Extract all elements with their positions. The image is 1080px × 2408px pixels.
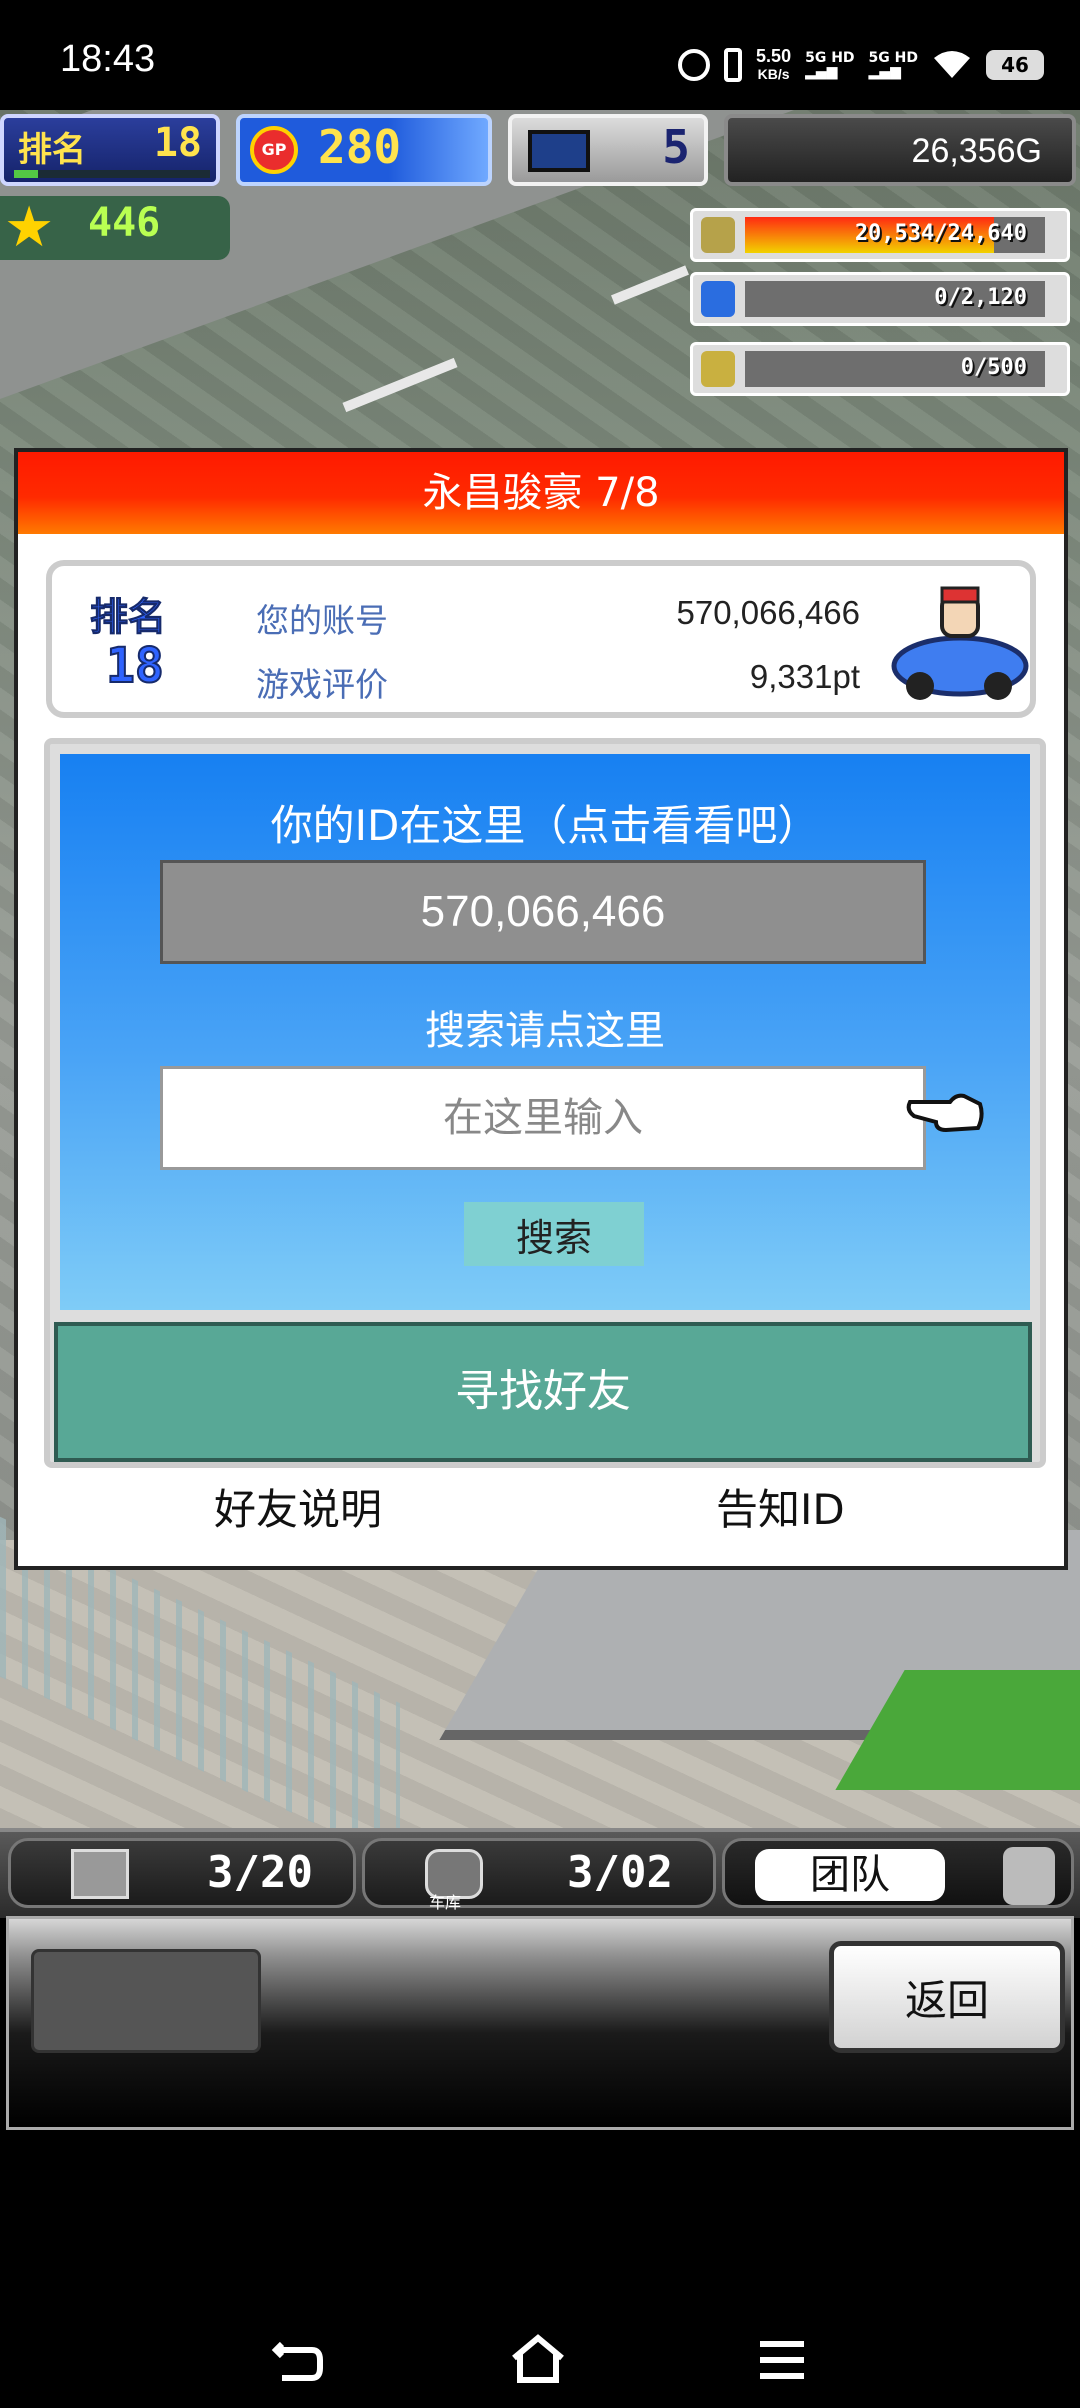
road-marking bbox=[342, 357, 458, 413]
rank-value: 18 bbox=[153, 120, 202, 166]
nav-menu-icon[interactable] bbox=[752, 2330, 812, 2390]
my-id-field[interactable]: 570,066,466 bbox=[160, 860, 926, 964]
network-speed-unit: KB/s bbox=[757, 66, 790, 82]
account-value: 570,066,466 bbox=[676, 594, 860, 631]
bottom-panel: 返回 bbox=[6, 1916, 1074, 2130]
money-value: 26,356G bbox=[911, 132, 1042, 170]
garage-count: 3/02 bbox=[567, 1847, 673, 1898]
car-avatar-icon bbox=[891, 586, 1029, 700]
computer-icon bbox=[528, 130, 590, 172]
find-friends-button[interactable]: 寻找好友 bbox=[54, 1322, 1032, 1462]
search-button[interactable]: 搜索 bbox=[464, 1202, 644, 1266]
search-prompt: 搜索请点这里 bbox=[425, 1008, 665, 1054]
rank-hud[interactable]: 排名 18 bbox=[0, 114, 220, 186]
tell-id-button[interactable]: 告知ID bbox=[716, 1476, 845, 1537]
search-area: 你的ID在这里（点击看看吧） 570,066,466 搜索请点这里 搜索 bbox=[60, 754, 1030, 1310]
dialog-title: 永昌骏豪 7/8 bbox=[18, 452, 1064, 534]
id-prompt: 你的ID在这里（点击看看吧） bbox=[270, 801, 820, 850]
friend-dialog: 永昌骏豪 7/8 排名 18 您的账号 570,066,466 游戏评价 9,3… bbox=[14, 448, 1068, 1570]
network-speed-value: 5.50 bbox=[756, 46, 792, 66]
vibrate-icon bbox=[724, 48, 743, 82]
back-button[interactable]: 返回 bbox=[829, 1941, 1065, 2053]
status-time: 18:43 bbox=[60, 38, 156, 80]
resource-bar-bottle[interactable]: 0/2,120 bbox=[690, 272, 1070, 326]
tab-garage[interactable]: 车库 3/02 bbox=[362, 1838, 716, 1912]
bottle-icon bbox=[701, 281, 735, 317]
rank-progress-bar bbox=[14, 170, 210, 178]
panel-slot[interactable] bbox=[31, 1949, 261, 2053]
network-speed: 5.50 KB/s bbox=[756, 47, 791, 83]
tab-storage[interactable]: 3/20 bbox=[8, 1838, 356, 1908]
resource-text: 0/500 bbox=[960, 355, 1027, 380]
status-bar: 18:43 5.50 KB/s 5G HD ▂▄▆ 5G HD ▂▄▆ 46 bbox=[0, 0, 1080, 110]
gp-hud[interactable]: GP 280 bbox=[236, 114, 492, 186]
resource-text: 20,534/24,640 bbox=[854, 221, 1027, 246]
pointing-hand-icon bbox=[906, 1093, 984, 1133]
nav-home-icon[interactable] bbox=[508, 2330, 568, 2390]
signal-2-icon: 5G HD ▂▄▆ bbox=[868, 50, 918, 80]
tab-team[interactable]: 团队 bbox=[722, 1838, 1074, 1908]
search-input[interactable] bbox=[160, 1066, 926, 1170]
rating-value: 9,331pt bbox=[749, 658, 860, 695]
wheat-icon bbox=[701, 351, 735, 387]
profile-rank-value: 18 bbox=[105, 637, 165, 695]
star-icon: ★ bbox=[4, 195, 55, 260]
signal-1-icon: 5G HD ▂▄▆ bbox=[805, 50, 855, 80]
status-icons: 5.50 KB/s 5G HD ▂▄▆ 5G HD ▂▄▆ 46 bbox=[678, 40, 1044, 90]
rating-label: 游戏评价 bbox=[256, 665, 388, 704]
friend-help-button[interactable]: 好友说明 bbox=[214, 1476, 382, 1537]
road-marking bbox=[611, 265, 689, 305]
battery-icon: 46 bbox=[986, 50, 1044, 80]
coin-stack-icon bbox=[701, 217, 735, 253]
gp-coin-icon: GP bbox=[250, 126, 298, 174]
computer-value: 5 bbox=[662, 120, 690, 174]
signal-2-label: 5G HD bbox=[868, 50, 918, 66]
bottom-tab-bar: 3/20 车库 3/02 团队 bbox=[0, 1828, 1080, 1918]
search-panel: 你的ID在这里（点击看看吧） 570,066,466 搜索请点这里 搜索 寻找好… bbox=[44, 738, 1046, 1468]
resource-bar-coins[interactable]: 20,534/24,640 bbox=[690, 208, 1070, 262]
profile-card: 排名 18 您的账号 570,066,466 游戏评价 9,331pt bbox=[46, 560, 1036, 718]
profile-rank-label: 排名 bbox=[89, 595, 167, 640]
team-label: 团队 bbox=[755, 1849, 945, 1901]
storage-count: 3/20 bbox=[207, 1847, 313, 1898]
crate-icon bbox=[71, 1849, 129, 1899]
computer-hud[interactable]: 5 bbox=[508, 114, 708, 186]
resource-bar-wheat[interactable]: 0/500 bbox=[690, 342, 1070, 396]
team-avatar-icon bbox=[1003, 1847, 1055, 1905]
stars-value: 446 bbox=[88, 200, 161, 246]
signal-1-label: 5G HD bbox=[805, 50, 855, 66]
garage-label: 车库 bbox=[429, 1893, 462, 1912]
gp-value: 280 bbox=[318, 120, 402, 174]
rank-progress-fill bbox=[14, 170, 38, 178]
rank-label: 排名 bbox=[18, 130, 86, 170]
alarm-icon bbox=[678, 49, 711, 81]
money-hud[interactable]: 26,356G bbox=[724, 114, 1076, 186]
wifi-icon bbox=[934, 51, 970, 78]
nav-back-icon[interactable] bbox=[268, 2330, 328, 2390]
stars-hud[interactable]: ★ 446 bbox=[0, 196, 230, 260]
resource-text: 0/2,120 bbox=[934, 285, 1027, 310]
system-nav-bar bbox=[0, 2130, 1080, 2408]
account-label: 您的账号 bbox=[256, 601, 388, 640]
